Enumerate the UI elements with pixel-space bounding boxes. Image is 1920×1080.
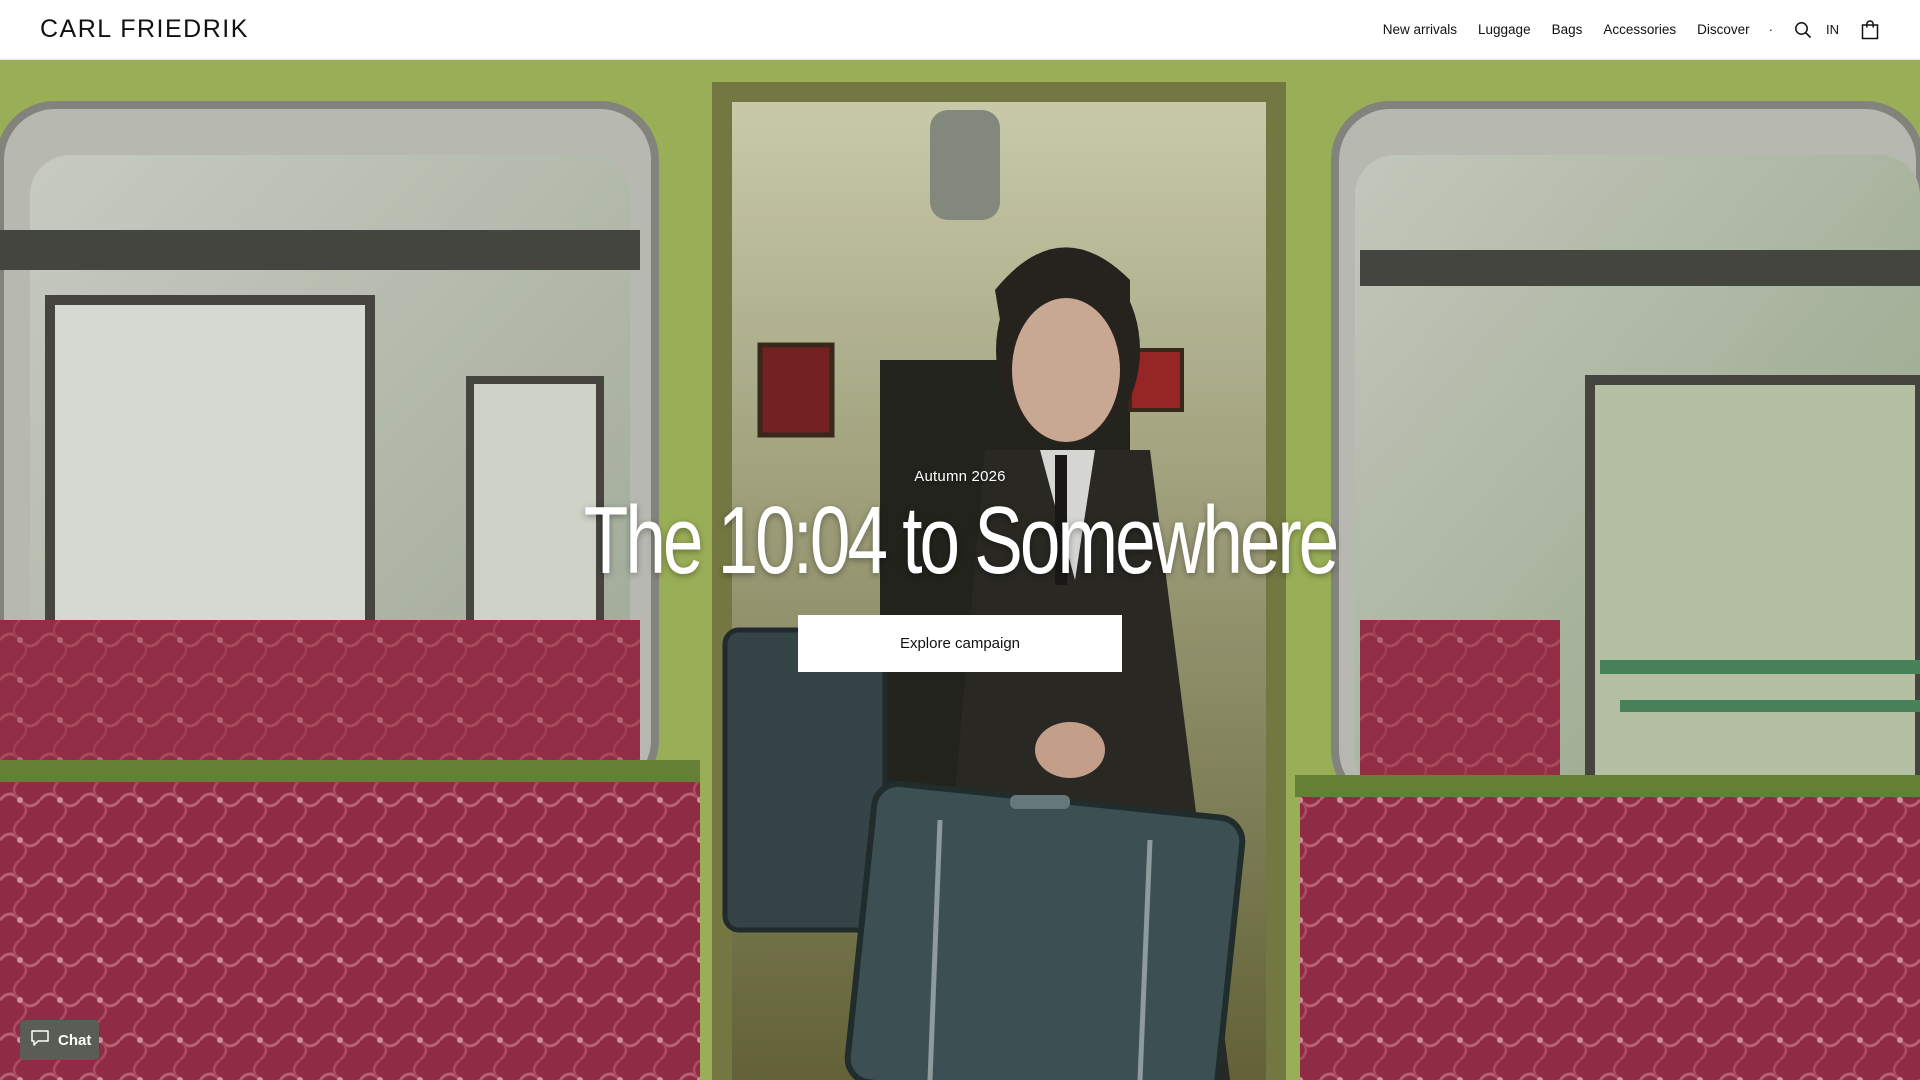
nav-bags[interactable]: Bags — [1552, 22, 1583, 37]
nav-luggage[interactable]: Luggage — [1478, 22, 1531, 37]
nav-new-arrivals[interactable]: New arrivals — [1383, 22, 1457, 37]
brand-logo[interactable]: CARL FRIEDRIK — [40, 15, 249, 44]
site-header: CARL FRIEDRIK New arrivals Luggage Bags … — [0, 0, 1920, 60]
chat-label: Chat — [58, 1031, 92, 1049]
nav-separator: · — [1768, 22, 1773, 37]
chat-button[interactable]: Chat — [20, 1020, 99, 1060]
main-nav: New arrivals Luggage Bags Accessories Di… — [1383, 19, 1880, 41]
hero-image — [0, 60, 1920, 1080]
nav-accessories[interactable]: Accessories — [1603, 22, 1676, 37]
nav-discover[interactable]: Discover — [1697, 22, 1750, 37]
hero-section: Autumn 2026 The 10:04 to Somewhere Explo… — [0, 60, 1920, 1080]
locale-selector[interactable]: IN — [1826, 22, 1839, 37]
chat-bubble-icon — [30, 1029, 50, 1052]
shopping-bag-icon[interactable] — [1860, 19, 1880, 41]
search-icon[interactable] — [1793, 20, 1813, 40]
explore-campaign-button[interactable]: Explore campaign — [798, 615, 1122, 672]
